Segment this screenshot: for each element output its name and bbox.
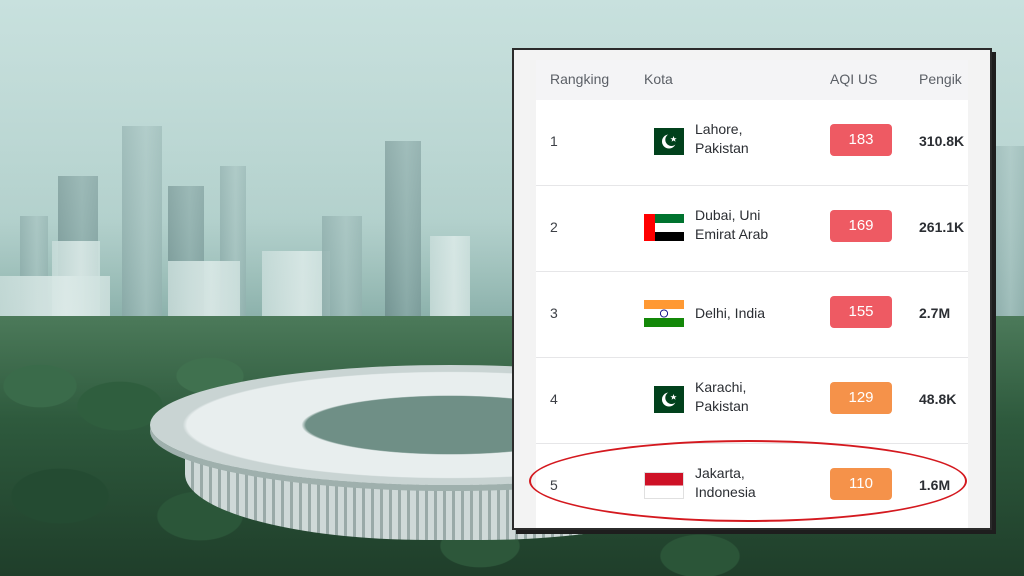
column-header-rank: Rangking: [550, 71, 610, 87]
rank-number: 1: [550, 133, 558, 149]
highlight-circle: [529, 440, 967, 522]
pakistan-flag-icon: [644, 386, 684, 413]
city-name-line: Delhi, India: [695, 305, 766, 321]
column-header-followers: Pengik: [919, 71, 962, 87]
rank-number: 2: [550, 219, 558, 235]
table-row[interactable]: 2 Dubai, Uni Emirat Arab 169 261.1K: [536, 186, 968, 272]
city-name-line: Lahore,: [695, 121, 743, 137]
aqi-badge: 183: [830, 124, 892, 156]
column-header-aqi: AQI US: [830, 71, 878, 87]
column-header-city: Kota: [644, 71, 673, 87]
city-name: Dubai, Uni Emirat Arab: [695, 206, 805, 244]
country-name-line: Emirat Arab: [695, 226, 769, 242]
followers-count: 261.1K: [919, 219, 965, 235]
table-header: Rangking Kota AQI US Pengik: [536, 60, 968, 100]
table-row[interactable]: 1 Lahore, Pakistan 183 310.8K: [536, 100, 968, 186]
followers-count: 2.7M: [919, 305, 951, 321]
aqi-badge: 155: [830, 296, 892, 328]
aqi-badge: 169: [830, 210, 892, 242]
followers-count: 310.8K: [919, 133, 965, 149]
rank-number: 4: [550, 391, 558, 407]
table-row[interactable]: 4 Karachi, Pakistan 129 48.8K: [536, 358, 968, 444]
aqi-badge: 129: [830, 382, 892, 414]
rank-number: 3: [550, 305, 558, 321]
country-name-line: Pakistan: [695, 398, 749, 414]
city-name-line: Karachi,: [695, 379, 747, 395]
city-name-line: Dubai, Uni: [695, 207, 761, 223]
india-flag-icon: [644, 300, 684, 327]
city-name: Delhi, India: [695, 304, 805, 323]
pakistan-flag-icon: [644, 128, 684, 155]
followers-count: 48.8K: [919, 391, 957, 407]
table-row[interactable]: 3 Delhi, India 155 2.7M: [536, 272, 968, 358]
city-name: Lahore, Pakistan: [695, 120, 805, 158]
city-name: Karachi, Pakistan: [695, 378, 805, 416]
country-name-line: Pakistan: [695, 140, 749, 156]
uae-flag-icon: [644, 214, 684, 241]
